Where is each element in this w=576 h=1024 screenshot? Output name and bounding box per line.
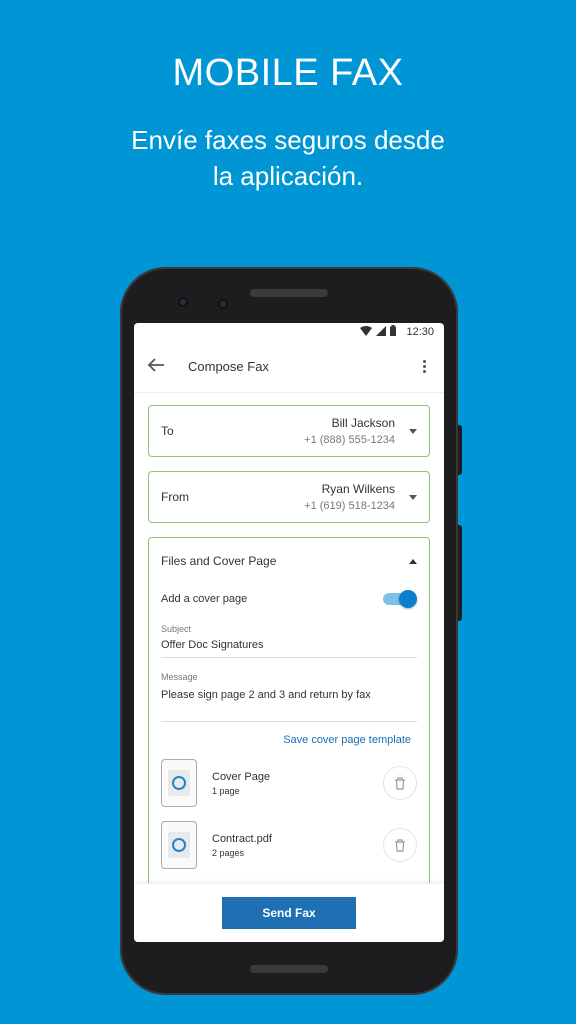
- chevron-down-icon[interactable]: [409, 494, 417, 500]
- send-fax-button[interactable]: Send Fax: [222, 897, 356, 929]
- app-bar: Compose Fax: [134, 341, 444, 393]
- compose-form: To Bill Jackson +1 (888) 555-1234 From R…: [134, 393, 444, 883]
- zoom-icon: [172, 776, 186, 790]
- file-pages: 1 page: [212, 785, 240, 796]
- trash-icon[interactable]: [383, 766, 417, 800]
- subject-field[interactable]: Subject Offer Doc Signatures: [161, 624, 417, 658]
- save-template-link[interactable]: Save cover page template: [161, 734, 417, 746]
- file-item: Contract.pdf 2 pages: [161, 820, 417, 870]
- from-name: Ryan Wilkens: [321, 482, 395, 496]
- files-section-title: Files and Cover Page: [161, 554, 277, 568]
- message-value: Please sign page 2 and 3 and return by f…: [161, 689, 371, 701]
- to-name: Bill Jackson: [331, 416, 395, 430]
- promo-subline-line-1: Envíe faxes seguros desde: [131, 125, 445, 155]
- wifi-icon: [360, 325, 373, 339]
- to-field[interactable]: To Bill Jackson +1 (888) 555-1234: [148, 405, 430, 457]
- to-label: To: [161, 424, 174, 438]
- bottom-speaker: [250, 965, 328, 973]
- to-number: +1 (888) 555-1234: [304, 434, 395, 446]
- subject-value: Offer Doc Signatures: [161, 639, 264, 651]
- promo-subline: Envíe faxes seguros desde la aplicación.: [0, 122, 576, 194]
- file-name: Contract.pdf: [212, 832, 272, 845]
- from-field[interactable]: From Ryan Wilkens +1 (619) 518-1234: [148, 471, 430, 523]
- front-sensor: [178, 297, 188, 307]
- chevron-down-icon[interactable]: [409, 428, 417, 434]
- status-bar: 12:30: [134, 323, 444, 341]
- phone-frame: 12:30 Compose Fax To Bill Jackson +1 (88…: [120, 267, 458, 995]
- trash-icon[interactable]: [383, 828, 417, 862]
- file-preview-thumbnail[interactable]: [161, 821, 197, 869]
- message-label: Message: [161, 672, 198, 682]
- footer-bar: Send Fax: [134, 884, 444, 942]
- battery-icon: [390, 325, 397, 339]
- to-recipient: Bill Jackson +1 (888) 555-1234: [304, 416, 395, 446]
- more-options-icon[interactable]: [414, 360, 434, 373]
- file-info: Cover Page 1 page: [212, 771, 383, 796]
- file-name: Cover Page: [212, 770, 271, 783]
- message-field[interactable]: Message Please sign page 2 and 3 and ret…: [161, 672, 417, 722]
- cover-page-row: Add a cover page: [161, 584, 417, 614]
- back-arrow-icon[interactable]: [147, 356, 176, 377]
- file-item: Cover Page 1 page: [161, 758, 417, 808]
- file-pages: 2 pages: [212, 847, 245, 858]
- from-label: From: [161, 490, 189, 504]
- chevron-up-icon[interactable]: [409, 558, 417, 564]
- subject-label: Subject: [161, 624, 192, 634]
- top-speaker: [250, 289, 328, 297]
- from-number: +1 (619) 518-1234: [304, 500, 395, 512]
- files-cover-section: Files and Cover Page Add a cover page Su…: [148, 537, 430, 883]
- cover-toggle-label: Add a cover page: [161, 593, 248, 605]
- file-preview-thumbnail[interactable]: [161, 759, 197, 807]
- front-camera: [218, 299, 228, 309]
- page-title: Compose Fax: [188, 359, 269, 374]
- files-section-header[interactable]: Files and Cover Page: [161, 538, 417, 584]
- zoom-icon: [172, 838, 186, 852]
- from-sender: Ryan Wilkens +1 (619) 518-1234: [304, 482, 395, 512]
- promo-headline: MOBILE FAX: [172, 52, 404, 94]
- cover-page-toggle[interactable]: [383, 590, 417, 608]
- file-info: Contract.pdf 2 pages: [212, 833, 383, 858]
- phone-screen: 12:30 Compose Fax To Bill Jackson +1 (88…: [134, 323, 444, 942]
- status-time: 12:30: [406, 326, 434, 338]
- signal-icon: [376, 325, 387, 339]
- promo-subline-line-2: la aplicación.: [212, 161, 364, 191]
